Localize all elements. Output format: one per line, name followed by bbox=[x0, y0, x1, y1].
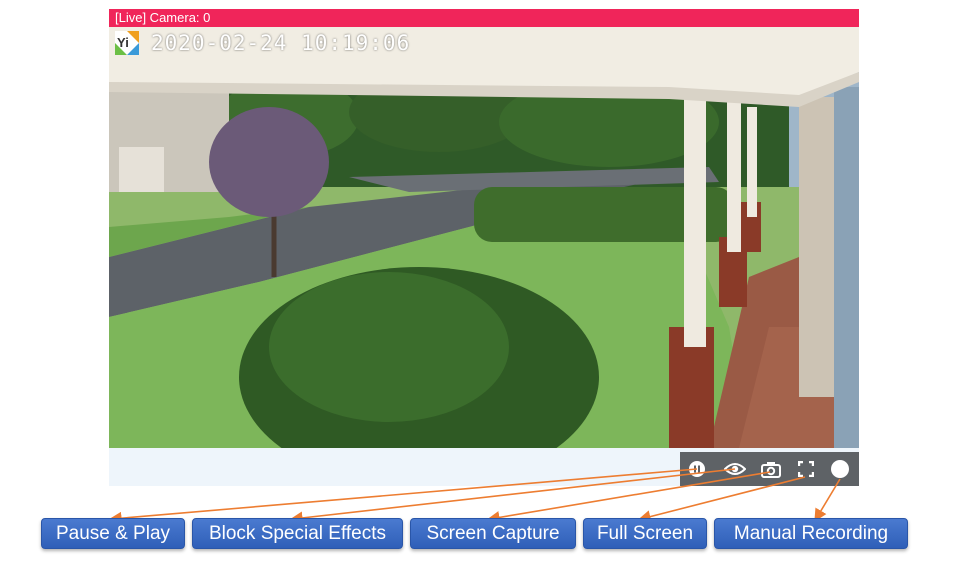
osd-timestamp: 2020-02-24 10:19:06 bbox=[151, 31, 411, 55]
pause-icon bbox=[689, 461, 705, 477]
svg-text:Yi: Yi bbox=[117, 35, 129, 50]
callout-block-special-effects[interactable]: Block Special Effects bbox=[192, 518, 403, 549]
video-scene bbox=[109, 27, 859, 448]
eye-icon bbox=[724, 463, 746, 475]
player-control-bar bbox=[680, 452, 859, 486]
live-video-feed[interactable]: Yi 2020-02-24 10:19:06 bbox=[109, 27, 859, 448]
camera-brand-logo-icon: Yi bbox=[115, 31, 139, 55]
full-screen-button[interactable] bbox=[789, 452, 823, 486]
manual-recording-button[interactable] bbox=[823, 452, 857, 486]
callout-full-screen[interactable]: Full Screen bbox=[583, 518, 707, 549]
callout-manual-recording[interactable]: Manual Recording bbox=[714, 518, 908, 549]
block-special-effects-button[interactable] bbox=[718, 452, 752, 486]
record-circle-icon bbox=[831, 460, 849, 478]
player-title-bar: [Live] Camera: 0 bbox=[109, 9, 859, 27]
screen-capture-button[interactable] bbox=[754, 452, 788, 486]
camera-icon bbox=[761, 461, 781, 478]
fullscreen-icon bbox=[798, 461, 814, 477]
callout-screen-capture[interactable]: Screen Capture bbox=[410, 518, 576, 549]
pause-play-button[interactable] bbox=[680, 452, 714, 486]
camera-player: [Live] Camera: 0 Yi 2020-02-24 10:19:06 bbox=[109, 9, 859, 486]
callout-pause-play[interactable]: Pause & Play bbox=[41, 518, 185, 549]
video-overlay: Yi 2020-02-24 10:19:06 bbox=[115, 31, 410, 55]
